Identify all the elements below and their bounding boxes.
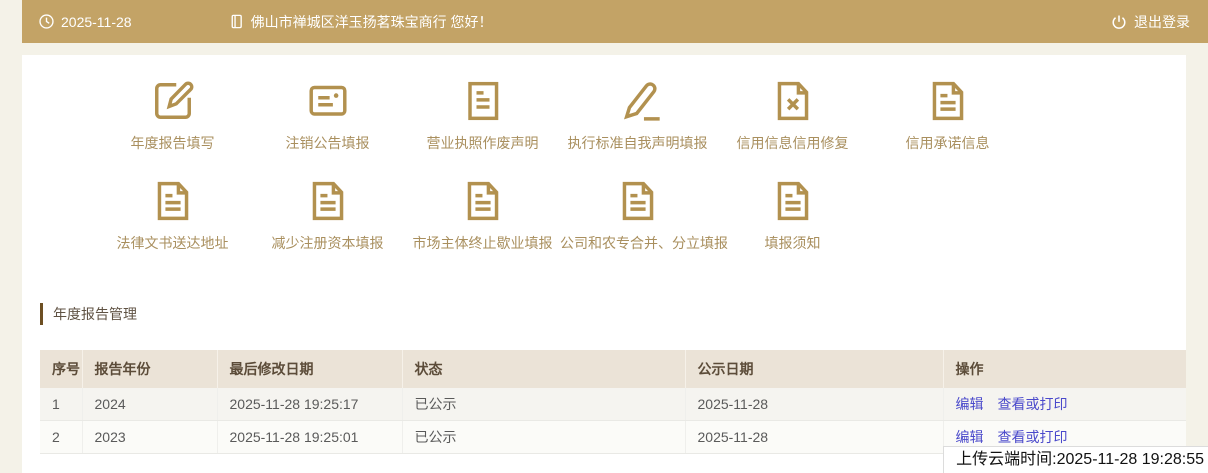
year-cell: 2024 bbox=[82, 388, 218, 421]
shortcut-row-2: 法律文书送达地址 减少注册资本填报 市场主体终止歇业填报 公司和农专合并、分立填报 填报… bbox=[95, 175, 870, 251]
table-header-row: 序号 报告年份 最后修改日期 状态 公示日期 操作 bbox=[40, 350, 1186, 388]
column-header: 报告年份 bbox=[82, 350, 218, 388]
doc-fold-lines-icon bbox=[250, 175, 405, 227]
doc-fold-lines-icon bbox=[405, 175, 560, 227]
clock-icon bbox=[38, 13, 55, 30]
table-row: 1 2024 2025-11-28 19:25:17 已公示 2025-11-28 编辑查… bbox=[40, 388, 1186, 421]
current-date: 2025-11-28 bbox=[61, 13, 132, 30]
upload-time-stamp: 上传云端时间:2025-11-28 19:28:55 bbox=[943, 446, 1208, 473]
shortcut-label: 注销公告填报 bbox=[285, 135, 370, 151]
shortcut-label: 年度报告填写 bbox=[130, 135, 215, 151]
doc-lines-icon bbox=[405, 75, 560, 127]
doc-fold-lines-icon bbox=[560, 175, 715, 227]
shortcut-减少注册资本填报[interactable]: 减少注册资本填报 bbox=[250, 175, 405, 251]
status-cell: 已公示 bbox=[402, 420, 686, 454]
shortcut-label: 减少注册资本填报 bbox=[271, 235, 384, 251]
column-header: 公示日期 bbox=[685, 350, 944, 388]
shortcut-法律文书送达地址[interactable]: 法律文书送达地址 bbox=[95, 175, 250, 251]
shortcut-label: 营业执照作废声明 bbox=[426, 135, 539, 151]
card-lines-icon bbox=[250, 75, 405, 127]
column-header: 状态 bbox=[402, 350, 686, 388]
shortcut-label: 执行标准自我声明填报 bbox=[567, 135, 708, 151]
column-header: 最后修改日期 bbox=[217, 350, 403, 388]
publish-date-cell: 2025-11-28 bbox=[685, 420, 944, 454]
doc-fold-lines-icon bbox=[715, 175, 870, 227]
shortcut-年度报告填写[interactable]: 年度报告填写 bbox=[95, 75, 250, 151]
doc-x-icon bbox=[715, 75, 870, 127]
shortcut-label: 信用承诺信息 bbox=[905, 135, 990, 151]
shortcut-label: 公司和农专合并、分立填报 bbox=[560, 235, 728, 251]
status-cell: 已公示 bbox=[402, 388, 686, 421]
shortcut-填报须知[interactable]: 填报须知 bbox=[715, 175, 870, 251]
certificate-icon bbox=[228, 13, 245, 30]
last-modified-cell: 2025-11-28 19:25:17 bbox=[217, 388, 403, 421]
doc-fold-lines-icon bbox=[95, 175, 250, 227]
current-date-group: 2025-11-28 bbox=[38, 13, 132, 30]
pencil-underline-icon bbox=[560, 75, 715, 127]
annual-report-table: 序号 报告年份 最后修改日期 状态 公示日期 操作 1 2024 2025-11-28 19:… bbox=[40, 350, 1186, 454]
seq-cell: 2 bbox=[40, 420, 83, 454]
shortcut-row-1: 年度报告填写 注销公告填报 营业执照作废声明 执行标准自我声明填报 信用信息信用修复 信用… bbox=[95, 75, 1025, 151]
doc-fold-lines-icon bbox=[870, 75, 1025, 127]
edit-link[interactable]: 编辑 bbox=[956, 429, 984, 445]
actions-cell: 编辑 查看或打印 bbox=[943, 388, 1186, 421]
shortcut-注销公告填报[interactable]: 注销公告填报 bbox=[250, 75, 405, 151]
shortcut-label: 填报须知 bbox=[764, 235, 821, 251]
shortcut-执行标准自我声明填报[interactable]: 执行标准自我声明填报 bbox=[560, 75, 715, 151]
publish-date-cell: 2025-11-28 bbox=[685, 388, 944, 421]
shortcut-label: 信用信息信用修复 bbox=[736, 135, 849, 151]
company-greeting: 佛山市禅城区洋玉扬茗珠宝商行 您好！ bbox=[250, 13, 493, 30]
last-modified-cell: 2025-11-28 19:25:01 bbox=[217, 420, 403, 454]
shortcut-营业执照作废声明[interactable]: 营业执照作废声明 bbox=[405, 75, 560, 151]
power-icon bbox=[1110, 13, 1128, 31]
shortcut-信用承诺信息[interactable]: 信用承诺信息 bbox=[870, 75, 1025, 151]
shortcut-label: 法律文书送达地址 bbox=[116, 235, 229, 251]
main-panel: 年度报告填写 注销公告填报 营业执照作废声明 执行标准自我声明填报 信用信息信用修复 信用… bbox=[22, 55, 1186, 473]
column-header: 操作 bbox=[943, 350, 1186, 388]
top-bar: 2025-11-28 佛山市禅城区洋玉扬茗珠宝商行 您好！ 退出登录 bbox=[22, 0, 1208, 43]
column-header: 序号 bbox=[40, 350, 83, 388]
seq-cell: 1 bbox=[40, 388, 83, 421]
view-or-print-link[interactable]: 查看或打印 bbox=[998, 396, 1068, 412]
annual-report-section-title: 年度报告管理 bbox=[40, 303, 137, 325]
edit-square-icon bbox=[95, 75, 250, 127]
year-cell: 2023 bbox=[82, 420, 218, 454]
shortcut-市场主体终止歇业填报[interactable]: 市场主体终止歇业填报 bbox=[405, 175, 560, 251]
shortcut-公司和农专合并、分立填报[interactable]: 公司和农专合并、分立填报 bbox=[560, 175, 728, 251]
view-or-print-link[interactable]: 查看或打印 bbox=[998, 429, 1068, 445]
shortcut-信用信息信用修复[interactable]: 信用信息信用修复 bbox=[715, 75, 870, 151]
company-greeting-group: 佛山市禅城区洋玉扬茗珠宝商行 您好！ bbox=[228, 12, 493, 32]
logout-label: 退出登录 bbox=[1134, 13, 1190, 30]
shortcut-label: 市场主体终止歇业填报 bbox=[412, 235, 553, 251]
logout-button[interactable]: 退出登录 bbox=[1110, 12, 1190, 32]
edit-link[interactable]: 编辑 bbox=[956, 396, 984, 412]
